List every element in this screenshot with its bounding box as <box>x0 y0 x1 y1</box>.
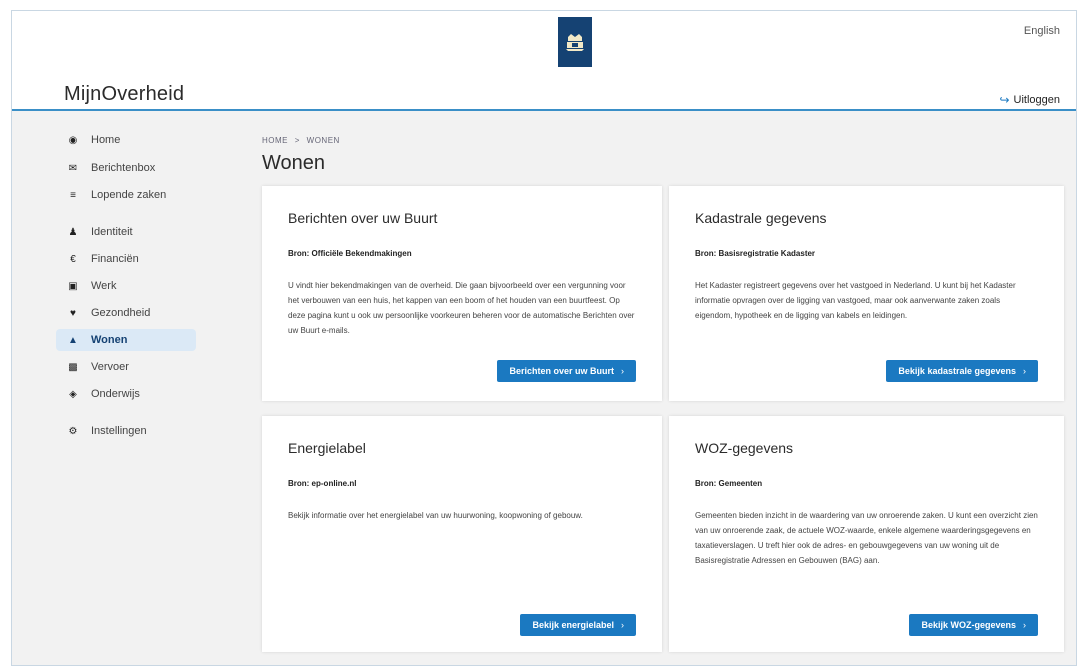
breadcrumb-home[interactable]: HOME <box>262 136 288 145</box>
sidebar-item-label: Instellingen <box>91 425 147 437</box>
sidebar-item-gezondheid[interactable]: ♥ Gezondheid <box>56 302 196 324</box>
sidebar-item-onderwijs[interactable]: ◈ Onderwijs <box>56 383 196 405</box>
sidebar-item-home[interactable]: ◉ Home <box>56 129 196 151</box>
sidebar-item-werk[interactable]: ▣ Werk <box>56 275 196 297</box>
chevron-right-icon: › <box>1023 366 1026 376</box>
card-woz-gegevens: WOZ-gegevens Bron: Gemeenten Gemeenten b… <box>669 416 1064 652</box>
sidebar-item-label: Home <box>91 134 121 146</box>
breadcrumb: HOME > WONEN <box>262 136 344 145</box>
language-link[interactable]: English <box>1024 25 1060 37</box>
card-berichten-over-uw-buurt: Berichten over uw Buurt Bron: Officiële … <box>262 186 662 401</box>
chevron-right-icon: › <box>1023 620 1026 630</box>
card-text: U vindt hier bekendmakingen van de overh… <box>288 281 635 335</box>
sidebar-item-label: Gezondheid <box>91 307 151 319</box>
nav-gap <box>56 410 196 420</box>
button-label: Berichten over uw Buurt <box>509 366 614 376</box>
berichten-over-uw-buurt-button[interactable]: Berichten over uw Buurt › <box>497 360 636 382</box>
sidebar-item-berichtenbox[interactable]: ✉ Berichtenbox <box>56 157 196 179</box>
breadcrumb-separator: > <box>294 136 300 145</box>
sidebar-item-label: Lopende zaken <box>91 189 167 201</box>
rijksoverheid-logo <box>558 17 592 67</box>
heart-icon: ♥ <box>70 307 76 319</box>
sidebar-item-label: Onderwijs <box>91 388 140 400</box>
logout-button[interactable]: ↪ Uitloggen <box>999 93 1060 107</box>
page-frame: English MijnOverheid ↪ Uitloggen ◉ Home … <box>11 10 1077 666</box>
sidebar-item-wonen[interactable]: ▲ Wonen <box>56 329 196 351</box>
sidebar-item-instellingen[interactable]: ⚙ Instellingen <box>56 420 196 442</box>
button-label: Bekijk WOZ-gegevens <box>921 620 1016 630</box>
sidebar-item-label: Identiteit <box>91 226 133 238</box>
card-kadastrale-gegevens: Kadastrale gegevens Bron: Basisregistrat… <box>669 186 1064 401</box>
graduation-cap-icon: ◈ <box>69 388 77 400</box>
bekijk-woz-gegevens-button[interactable]: Bekijk WOZ-gegevens › <box>909 614 1038 636</box>
sidebar-nav: ◉ Home ✉ Berichtenbox ≡ Lopende zaken ♟ … <box>56 129 196 447</box>
bekijk-kadastrale-gegevens-button[interactable]: Bekijk kadastrale gegevens › <box>886 360 1038 382</box>
house-icon: ▲ <box>68 334 78 346</box>
card-source: Bron: Basisregistratie Kadaster <box>695 249 816 258</box>
nav-gap <box>56 211 196 221</box>
card-title: Kadastrale gegevens <box>695 210 827 226</box>
sidebar-item-label: Werk <box>91 280 117 292</box>
chevron-right-icon: › <box>621 366 624 376</box>
card-title: Berichten over uw Buurt <box>288 210 438 226</box>
button-label: Bekijk energielabel <box>532 620 614 630</box>
card-source: Bron: Gemeenten <box>695 479 763 488</box>
sidebar-item-vervoer[interactable]: ▩ Vervoer <box>56 356 196 378</box>
sidebar-item-label: Wonen <box>91 334 128 346</box>
card-title: Energielabel <box>288 440 366 456</box>
logout-label: Uitloggen <box>1013 94 1060 106</box>
person-icon: ♟ <box>68 226 78 238</box>
sidebar-item-label: Berichtenbox <box>91 162 156 174</box>
logout-icon: ↪ <box>999 93 1010 107</box>
car-icon: ▩ <box>68 361 78 373</box>
breadcrumb-current: WONEN <box>306 136 340 145</box>
card-text: Bekijk informatie over het energielabel … <box>288 511 583 520</box>
sidebar-item-financien[interactable]: € Financiën <box>56 248 196 270</box>
stack-icon: ≡ <box>70 189 76 201</box>
briefcase-icon: ▣ <box>68 280 78 292</box>
gear-icon: ⚙ <box>68 425 78 437</box>
card-title: WOZ-gegevens <box>695 440 794 456</box>
page-title: Wonen <box>262 152 326 174</box>
card-source: Bron: ep-online.nl <box>288 479 357 488</box>
envelope-icon: ✉ <box>68 162 78 174</box>
site-header: English MijnOverheid ↪ Uitloggen <box>12 11 1076 111</box>
chevron-right-icon: › <box>621 620 624 630</box>
home-icon: ◉ <box>68 134 78 146</box>
card-text: Het Kadaster registreert gegevens over h… <box>695 281 1016 320</box>
brand-title[interactable]: MijnOverheid <box>64 83 184 106</box>
euro-icon: € <box>70 253 76 265</box>
sidebar-item-identiteit[interactable]: ♟ Identiteit <box>56 221 196 243</box>
sidebar-item-label: Vervoer <box>91 361 129 373</box>
sidebar-item-lopende-zaken[interactable]: ≡ Lopende zaken <box>56 184 196 206</box>
card-source: Bron: Officiële Bekendmakingen <box>288 249 412 258</box>
crest-icon <box>566 34 584 51</box>
card-energielabel: Energielabel Bron: ep-online.nl Bekijk i… <box>262 416 662 652</box>
sidebar-item-label: Financiën <box>91 253 139 265</box>
card-text: Gemeenten bieden inzicht in de waarderin… <box>695 511 1038 565</box>
button-label: Bekijk kadastrale gegevens <box>898 366 1016 376</box>
bekijk-energielabel-button[interactable]: Bekijk energielabel › <box>520 614 636 636</box>
